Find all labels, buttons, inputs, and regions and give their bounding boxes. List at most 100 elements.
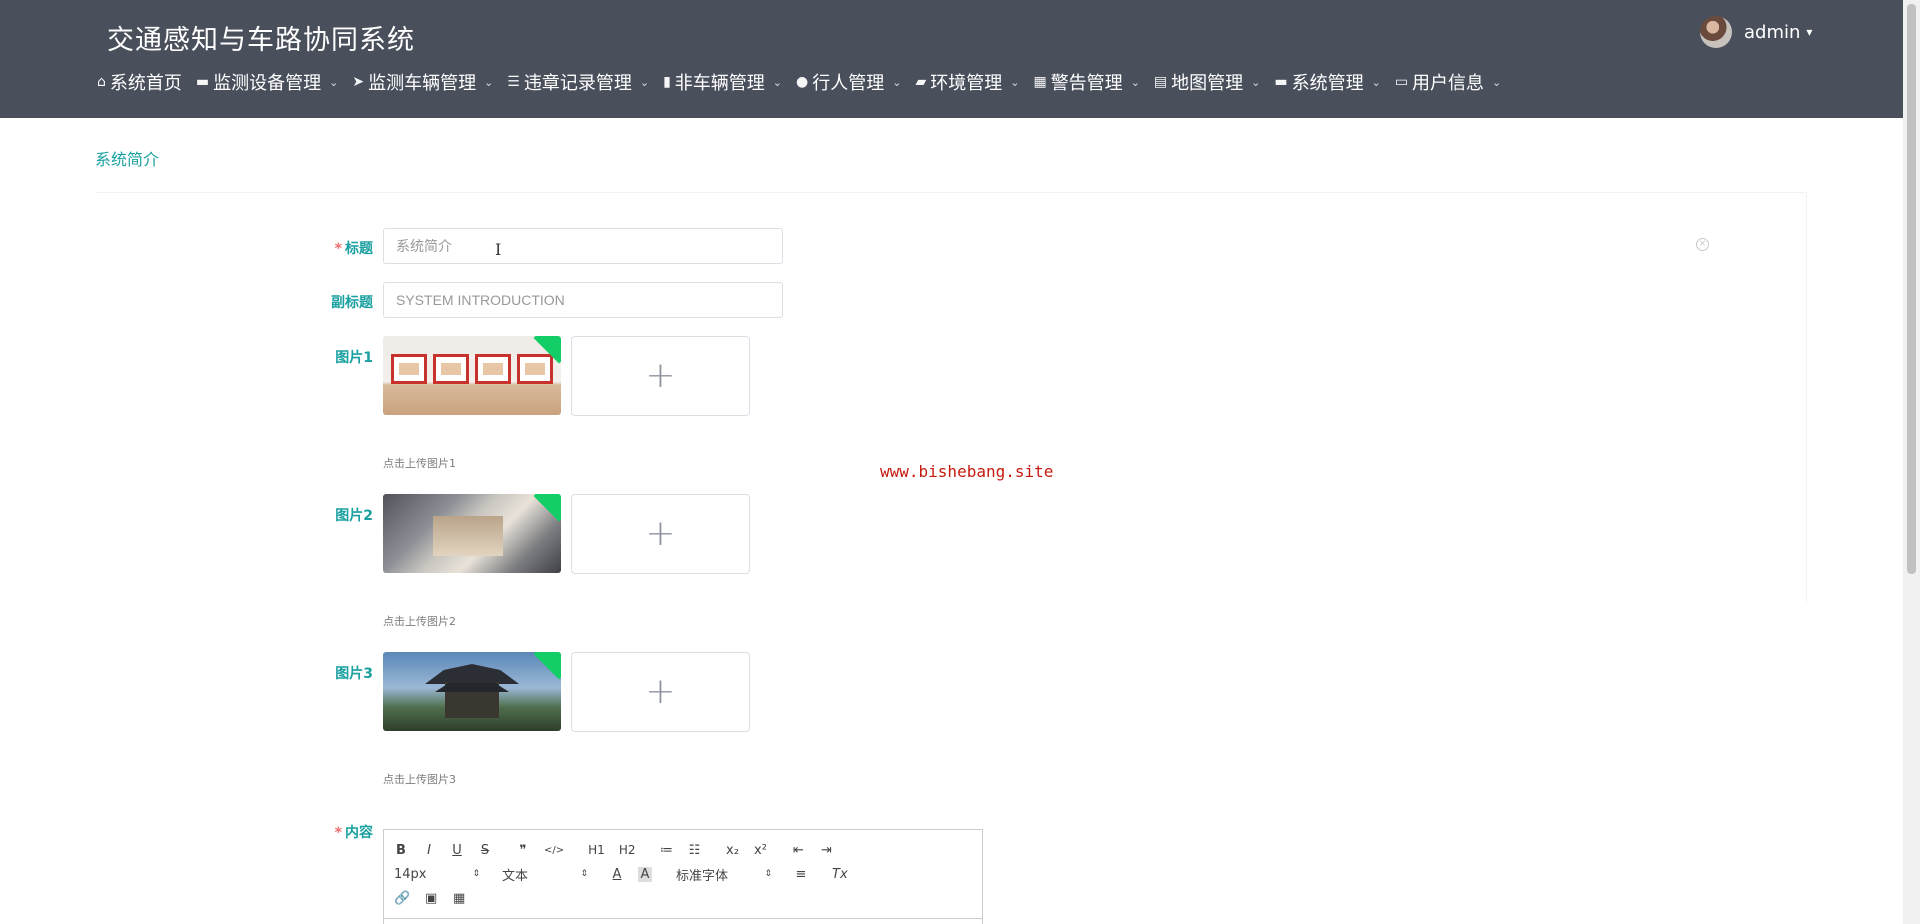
comment-icon: ▰: [915, 74, 927, 90]
nav-item-environment[interactable]: ▰ 环境管理 ⌄: [915, 69, 1019, 95]
top-header: 交通感知与车路协同系统 admin ▾ ⌂ 系统首页 ▬ 监测设备管理 ⌄ ➤ …: [0, 0, 1903, 118]
app-window: 交通感知与车路协同系统 admin ▾ ⌂ 系统首页 ▬ 监测设备管理 ⌄ ➤ …: [0, 0, 1920, 924]
image1-hint: 点击上传图片1: [383, 457, 456, 470]
sliders-icon: ☰: [507, 74, 520, 90]
user-menu[interactable]: admin ▾: [1700, 16, 1812, 48]
superscript-button[interactable]: x²: [753, 843, 767, 858]
nav-item-home[interactable]: ⌂ 系统首页: [97, 69, 182, 95]
image3-label: 图片3: [335, 666, 373, 682]
monitor-icon: ▬: [1274, 74, 1288, 90]
chevron-down-icon: ⌄: [892, 75, 902, 89]
chevron-down-icon: ⌄: [639, 75, 650, 89]
nav-item-vehicle[interactable]: ➤ 监测车辆管理 ⌄: [352, 69, 493, 95]
nav-label: 用户信息: [1412, 73, 1485, 94]
outdent-button[interactable]: ⇤: [791, 843, 805, 858]
chevron-down-icon: ⌄: [1130, 75, 1140, 89]
image3-hint: 点击上传图片3: [383, 773, 456, 786]
image1-label: 图片1: [335, 350, 373, 366]
nav-item-device[interactable]: ▬ 监测设备管理 ⌄: [196, 69, 338, 95]
nav-item-map[interactable]: ▤ 地图管理 ⌄: [1154, 69, 1260, 95]
ordered-list-button[interactable]: ≔: [659, 843, 673, 858]
header2-button[interactable]: H2: [619, 843, 636, 857]
font-family-select[interactable]: 标准字体 ⇕: [676, 865, 772, 884]
title-label: * 标题: [334, 241, 373, 257]
user-icon: ●: [796, 74, 809, 90]
plus-icon: +: [645, 671, 676, 712]
upload-success-badge: [533, 494, 561, 522]
bold-button[interactable]: B: [394, 843, 408, 858]
header-select[interactable]: 文本 ⇕: [502, 865, 588, 884]
title-input[interactable]: 系统简介: [383, 228, 783, 264]
username[interactable]: admin: [1744, 22, 1800, 43]
image-button[interactable]: ▣: [424, 891, 438, 906]
image2-hint: 点击上传图片2: [383, 615, 456, 628]
system-title: 交通感知与车路协同系统: [107, 25, 415, 56]
credit-card-icon: ▭: [1394, 74, 1409, 90]
page-scrollbar[interactable]: [1903, 0, 1920, 924]
home-icon: ⌂: [97, 74, 106, 90]
editor-toolbar-row-1: B I U S ❞ </> H1 H2 ≔ ☷ x₂ x² ⇤ ⇥: [394, 839, 847, 861]
chevron-down-icon: ⌄: [1492, 75, 1502, 89]
link-button[interactable]: 🔗: [394, 891, 410, 906]
clipboard-icon: ▤: [1153, 74, 1168, 90]
avatar[interactable]: [1700, 16, 1732, 48]
nav-label: 系统首页: [109, 73, 182, 94]
image3-upload-button[interactable]: +: [571, 652, 750, 732]
uploaded-image-1[interactable]: [383, 336, 561, 415]
nav-item-nonvehicle[interactable]: ▮ 非车辆管理 ⌄: [663, 69, 782, 95]
select-arrows-icon: ⇕: [580, 869, 588, 879]
nav-label: 警告管理: [1050, 73, 1123, 94]
scrollbar-thumb[interactable]: [1907, 4, 1916, 574]
strike-button[interactable]: S: [478, 843, 492, 858]
panel-border: [1806, 192, 1807, 602]
content-label: * 内容: [334, 825, 373, 841]
chevron-down-icon: ⌄: [1371, 75, 1381, 89]
underline-button[interactable]: U: [450, 843, 464, 858]
clean-format-button[interactable]: Tx: [832, 867, 848, 882]
code-block-button[interactable]: </>: [544, 845, 564, 856]
watermark-text: www.bishebang.site: [880, 462, 1054, 481]
bullet-list-button[interactable]: ☷: [687, 843, 701, 858]
nav-item-warning[interactable]: ▦ 警告管理 ⌄: [1033, 69, 1139, 95]
image2-label: 图片2: [335, 508, 373, 524]
subtitle-label: 副标题: [331, 295, 373, 311]
subtitle-input[interactable]: SYSTEM INTRODUCTION: [383, 282, 783, 318]
select-arrows-icon: ⇕: [764, 869, 772, 879]
nav-label: 系统管理: [1291, 73, 1364, 94]
video-button[interactable]: ▦: [452, 891, 466, 906]
page-title: 系统简介: [95, 150, 160, 169]
font-color-button[interactable]: A: [610, 867, 624, 882]
nav-label: 环境管理: [930, 73, 1003, 94]
editor-divider: [384, 918, 982, 919]
nav-label: 非车辆管理: [674, 73, 765, 94]
header1-button[interactable]: H1: [588, 843, 605, 857]
briefcase-icon: ▬: [195, 74, 210, 90]
image2-upload-button[interactable]: +: [571, 494, 750, 574]
nav-item-userinfo[interactable]: ▭ 用户信息 ⌄: [1395, 69, 1501, 95]
image1-upload-button[interactable]: +: [571, 336, 750, 416]
italic-button[interactable]: I: [422, 843, 436, 858]
grid-icon: ▦: [1033, 74, 1047, 90]
caret-down-icon[interactable]: ▾: [1806, 25, 1812, 39]
blockquote-button[interactable]: ❞: [516, 843, 530, 858]
background-color-button[interactable]: A: [638, 866, 652, 882]
send-icon: ➤: [352, 74, 365, 90]
editor-toolbar-row-2: 14px ⇕ 文本 ⇕ A A 标准字体 ⇕ ≡ Tx: [394, 863, 862, 885]
close-icon[interactable]: ×: [1696, 238, 1709, 251]
rich-text-editor[interactable]: B I U S ❞ </> H1 H2 ≔ ☷ x₂ x² ⇤ ⇥ 14px ⇕ …: [383, 829, 983, 924]
font-size-select[interactable]: 14px ⇕: [394, 867, 480, 882]
uploaded-image-3[interactable]: [383, 652, 561, 731]
nav-label: 行人管理: [812, 73, 885, 94]
nav-label: 监测车辆管理: [368, 73, 477, 94]
upload-success-badge: [533, 652, 561, 680]
nav-item-system[interactable]: ▬ 系统管理 ⌄: [1274, 69, 1380, 95]
align-button[interactable]: ≡: [794, 867, 808, 882]
indent-button[interactable]: ⇥: [819, 843, 833, 858]
chevron-down-icon: ⌄: [772, 75, 783, 89]
nav-item-pedestrian[interactable]: ● 行人管理 ⌄: [796, 69, 901, 95]
uploaded-image-2[interactable]: [383, 494, 561, 573]
subscript-button[interactable]: x₂: [725, 843, 739, 858]
plus-icon: +: [645, 355, 676, 396]
chevron-down-icon: ⌄: [484, 75, 494, 89]
nav-item-violation[interactable]: ☰ 违章记录管理 ⌄: [507, 69, 649, 95]
